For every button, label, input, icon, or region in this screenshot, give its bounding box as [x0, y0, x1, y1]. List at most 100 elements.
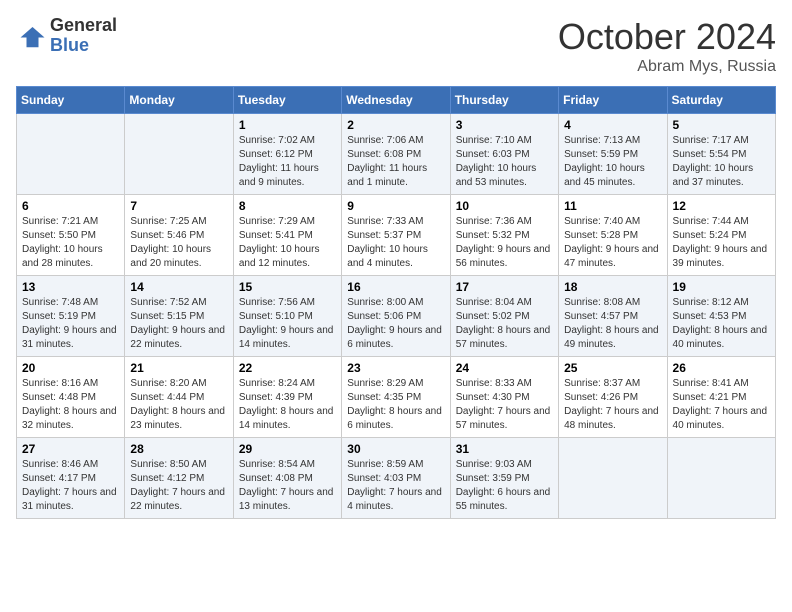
day-info: Sunrise: 7:56 AM Sunset: 5:10 PM Dayligh… — [239, 296, 336, 352]
day-number: 5 — [673, 118, 770, 132]
day-number: 27 — [22, 442, 119, 456]
logo-icon — [16, 21, 46, 51]
day-cell: 2Sunrise: 7:06 AM Sunset: 6:08 PM Daylig… — [342, 114, 450, 195]
day-cell — [559, 438, 667, 519]
month-title: October 2024 — [558, 16, 776, 58]
day-number: 8 — [239, 199, 336, 213]
day-cell: 11 Sunrise: 7:40 AM Sunset: 5:28 PM Dayli… — [559, 195, 667, 276]
day-info: Sunrise: 7:25 AM Sunset: 5:46 PM Dayligh… — [130, 215, 227, 271]
day-info: Sunrise: 8:04 AM Sunset: 5:02 PM Dayligh… — [456, 296, 553, 352]
day-number: 20 — [22, 361, 119, 375]
day-number: 31 — [456, 442, 553, 456]
day-cell — [667, 438, 775, 519]
day-number: 18 — [564, 280, 661, 294]
day-cell — [17, 114, 125, 195]
col-header-wednesday: Wednesday — [342, 87, 450, 114]
day-number: 4 — [564, 118, 661, 132]
day-info: Sunrise: 9:03 AM Sunset: 3:59 PM Dayligh… — [456, 458, 553, 514]
week-row-3: 13 Sunrise: 7:48 AM Sunset: 5:19 PM Dayli… — [17, 276, 776, 357]
day-cell: 31 Sunrise: 9:03 AM Sunset: 3:59 PM Dayli… — [450, 438, 558, 519]
logo: General Blue — [16, 16, 117, 56]
day-info: Sunrise: 7:44 AM Sunset: 5:24 PM Dayligh… — [673, 215, 770, 271]
week-row-2: 6 Sunrise: 7:21 AM Sunset: 5:50 PM Daylig… — [17, 195, 776, 276]
day-number: 11 — [564, 199, 661, 213]
day-number: 25 — [564, 361, 661, 375]
week-row-5: 27 Sunrise: 8:46 AM Sunset: 4:17 PM Dayli… — [17, 438, 776, 519]
day-cell: 15 Sunrise: 7:56 AM Sunset: 5:10 PM Dayli… — [233, 276, 341, 357]
day-info: Sunrise: 8:24 AM Sunset: 4:39 PM Dayligh… — [239, 377, 336, 433]
day-info: Sunrise: 8:46 AM Sunset: 4:17 PM Dayligh… — [22, 458, 119, 514]
logo-line2: Blue — [50, 36, 117, 56]
day-info: Sunrise: 7:40 AM Sunset: 5:28 PM Dayligh… — [564, 215, 661, 271]
day-number: 9 — [347, 199, 444, 213]
day-cell: 27 Sunrise: 8:46 AM Sunset: 4:17 PM Dayli… — [17, 438, 125, 519]
day-info: Sunrise: 8:00 AM Sunset: 5:06 PM Dayligh… — [347, 296, 444, 352]
col-header-tuesday: Tuesday — [233, 87, 341, 114]
day-info: Sunrise: 7:33 AM Sunset: 5:37 PM Dayligh… — [347, 215, 444, 271]
day-cell: 25 Sunrise: 8:37 AM Sunset: 4:26 PM Dayli… — [559, 357, 667, 438]
day-cell: 30 Sunrise: 8:59 AM Sunset: 4:03 PM Dayli… — [342, 438, 450, 519]
day-cell: 4 Sunrise: 7:13 AM Sunset: 5:59 PM Daylig… — [559, 114, 667, 195]
day-cell: 6 Sunrise: 7:21 AM Sunset: 5:50 PM Daylig… — [17, 195, 125, 276]
day-cell: 16Sunrise: 8:00 AM Sunset: 5:06 PM Dayli… — [342, 276, 450, 357]
day-number: 24 — [456, 361, 553, 375]
day-info: Sunrise: 8:16 AM Sunset: 4:48 PM Dayligh… — [22, 377, 119, 433]
day-info: Sunrise: 8:54 AM Sunset: 4:08 PM Dayligh… — [239, 458, 336, 514]
day-info: Sunrise: 7:21 AM Sunset: 5:50 PM Dayligh… — [22, 215, 119, 271]
col-header-thursday: Thursday — [450, 87, 558, 114]
day-cell: 12 Sunrise: 7:44 AM Sunset: 5:24 PM Dayli… — [667, 195, 775, 276]
day-cell — [125, 114, 233, 195]
day-info: Sunrise: 8:20 AM Sunset: 4:44 PM Dayligh… — [130, 377, 227, 433]
day-cell: 1Sunrise: 7:02 AM Sunset: 6:12 PM Daylig… — [233, 114, 341, 195]
day-number: 19 — [673, 280, 770, 294]
col-header-sunday: Sunday — [17, 87, 125, 114]
day-info: Sunrise: 7:17 AM Sunset: 5:54 PM Dayligh… — [673, 134, 770, 190]
day-cell: 29Sunrise: 8:54 AM Sunset: 4:08 PM Dayli… — [233, 438, 341, 519]
title-block: October 2024 Abram Mys, Russia — [558, 16, 776, 76]
day-info: Sunrise: 8:41 AM Sunset: 4:21 PM Dayligh… — [673, 377, 770, 433]
day-number: 7 — [130, 199, 227, 213]
calendar-header-row: SundayMondayTuesdayWednesdayThursdayFrid… — [17, 87, 776, 114]
day-info: Sunrise: 8:37 AM Sunset: 4:26 PM Dayligh… — [564, 377, 661, 433]
day-info: Sunrise: 7:13 AM Sunset: 5:59 PM Dayligh… — [564, 134, 661, 190]
day-number: 6 — [22, 199, 119, 213]
day-number: 30 — [347, 442, 444, 456]
day-number: 15 — [239, 280, 336, 294]
day-cell: 26 Sunrise: 8:41 AM Sunset: 4:21 PM Dayli… — [667, 357, 775, 438]
logo-line1: General — [50, 16, 117, 36]
day-number: 14 — [130, 280, 227, 294]
day-cell: 10Sunrise: 7:36 AM Sunset: 5:32 PM Dayli… — [450, 195, 558, 276]
week-row-1: 1Sunrise: 7:02 AM Sunset: 6:12 PM Daylig… — [17, 114, 776, 195]
day-number: 28 — [130, 442, 227, 456]
day-cell: 3Sunrise: 7:10 AM Sunset: 6:03 PM Daylig… — [450, 114, 558, 195]
day-info: Sunrise: 7:36 AM Sunset: 5:32 PM Dayligh… — [456, 215, 553, 271]
day-cell: 8Sunrise: 7:29 AM Sunset: 5:41 PM Daylig… — [233, 195, 341, 276]
day-info: Sunrise: 7:52 AM Sunset: 5:15 PM Dayligh… — [130, 296, 227, 352]
day-number: 3 — [456, 118, 553, 132]
page-header: General Blue October 2024 Abram Mys, Rus… — [16, 16, 776, 76]
day-cell: 5 Sunrise: 7:17 AM Sunset: 5:54 PM Daylig… — [667, 114, 775, 195]
day-number: 23 — [347, 361, 444, 375]
day-cell: 23 Sunrise: 8:29 AM Sunset: 4:35 PM Dayli… — [342, 357, 450, 438]
day-info: Sunrise: 7:06 AM Sunset: 6:08 PM Dayligh… — [347, 134, 444, 190]
day-number: 17 — [456, 280, 553, 294]
day-info: Sunrise: 7:48 AM Sunset: 5:19 PM Dayligh… — [22, 296, 119, 352]
day-cell: 17 Sunrise: 8:04 AM Sunset: 5:02 PM Dayli… — [450, 276, 558, 357]
day-number: 12 — [673, 199, 770, 213]
location-subtitle: Abram Mys, Russia — [558, 58, 776, 76]
day-cell: 21Sunrise: 8:20 AM Sunset: 4:44 PM Dayli… — [125, 357, 233, 438]
day-cell: 7 Sunrise: 7:25 AM Sunset: 5:46 PM Daylig… — [125, 195, 233, 276]
day-cell: 28Sunrise: 8:50 AM Sunset: 4:12 PM Dayli… — [125, 438, 233, 519]
day-number: 26 — [673, 361, 770, 375]
day-cell: 14 Sunrise: 7:52 AM Sunset: 5:15 PM Dayli… — [125, 276, 233, 357]
col-header-friday: Friday — [559, 87, 667, 114]
day-cell: 9 Sunrise: 7:33 AM Sunset: 5:37 PM Daylig… — [342, 195, 450, 276]
day-info: Sunrise: 8:08 AM Sunset: 4:57 PM Dayligh… — [564, 296, 661, 352]
day-number: 22 — [239, 361, 336, 375]
day-info: Sunrise: 8:59 AM Sunset: 4:03 PM Dayligh… — [347, 458, 444, 514]
day-cell: 18 Sunrise: 8:08 AM Sunset: 4:57 PM Dayli… — [559, 276, 667, 357]
week-row-4: 20 Sunrise: 8:16 AM Sunset: 4:48 PM Dayli… — [17, 357, 776, 438]
day-number: 13 — [22, 280, 119, 294]
day-cell: 20 Sunrise: 8:16 AM Sunset: 4:48 PM Dayli… — [17, 357, 125, 438]
day-info: Sunrise: 8:29 AM Sunset: 4:35 PM Dayligh… — [347, 377, 444, 433]
